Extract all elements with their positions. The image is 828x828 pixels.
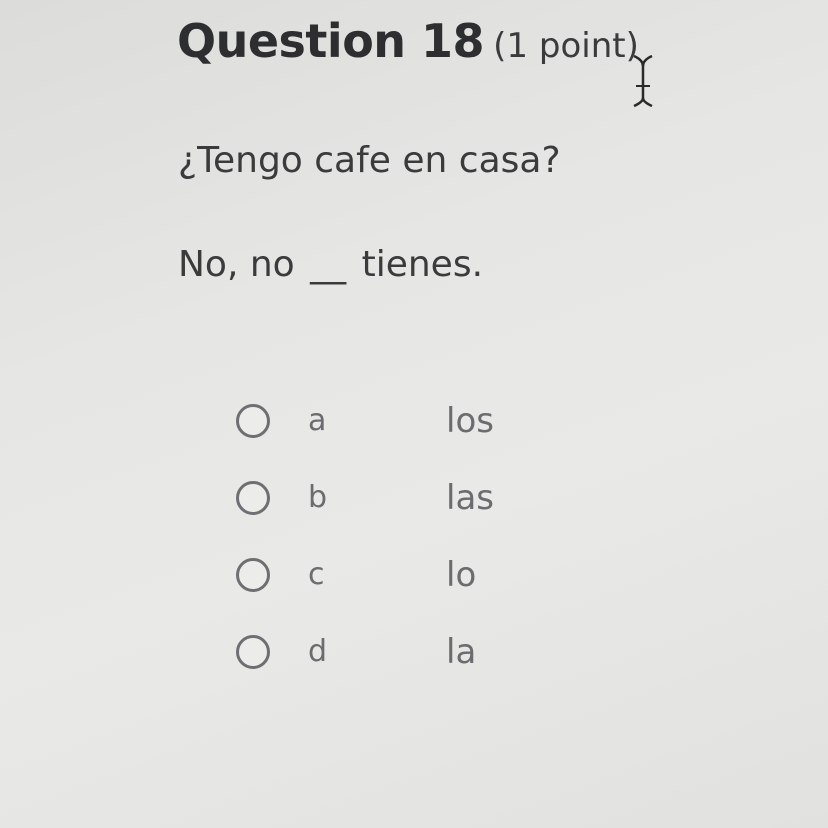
sentence-before: No, no xyxy=(178,244,295,285)
option-c[interactable]: c lo xyxy=(236,536,576,613)
quiz-page: Question 18 (1 point) ¿Tengo cafe en cas… xyxy=(0,0,828,828)
sentence-blank: __ xyxy=(310,244,347,285)
radio-unchecked-icon[interactable] xyxy=(236,480,270,515)
option-text[interactable]: los xyxy=(446,401,494,441)
option-b[interactable]: b las xyxy=(236,459,576,536)
question-header: Question 18 (1 point) xyxy=(177,18,639,64)
option-letter: b xyxy=(308,480,328,515)
question-points: (1 point) xyxy=(493,26,639,66)
option-letter: a xyxy=(308,403,327,438)
question-prompt: ¿Tengo cafe en casa? xyxy=(178,140,561,181)
radio-unchecked-icon[interactable] xyxy=(236,634,270,669)
question-title: Question 18 xyxy=(177,14,485,68)
option-a[interactable]: a los xyxy=(236,382,576,459)
text-cursor-icon xyxy=(633,54,653,108)
question-sentence: No, no __ tienes. xyxy=(178,244,483,285)
option-letter: c xyxy=(308,557,325,592)
option-text[interactable]: las xyxy=(446,478,494,518)
option-text[interactable]: la xyxy=(446,632,476,672)
sentence-after: tienes. xyxy=(361,244,484,285)
radio-unchecked-icon[interactable] xyxy=(236,557,270,592)
option-letter: d xyxy=(308,634,328,669)
option-text[interactable]: lo xyxy=(446,555,476,595)
option-d[interactable]: d la xyxy=(236,613,576,690)
radio-unchecked-icon[interactable] xyxy=(236,403,270,438)
answer-options: a los b las c lo d la xyxy=(236,382,576,690)
